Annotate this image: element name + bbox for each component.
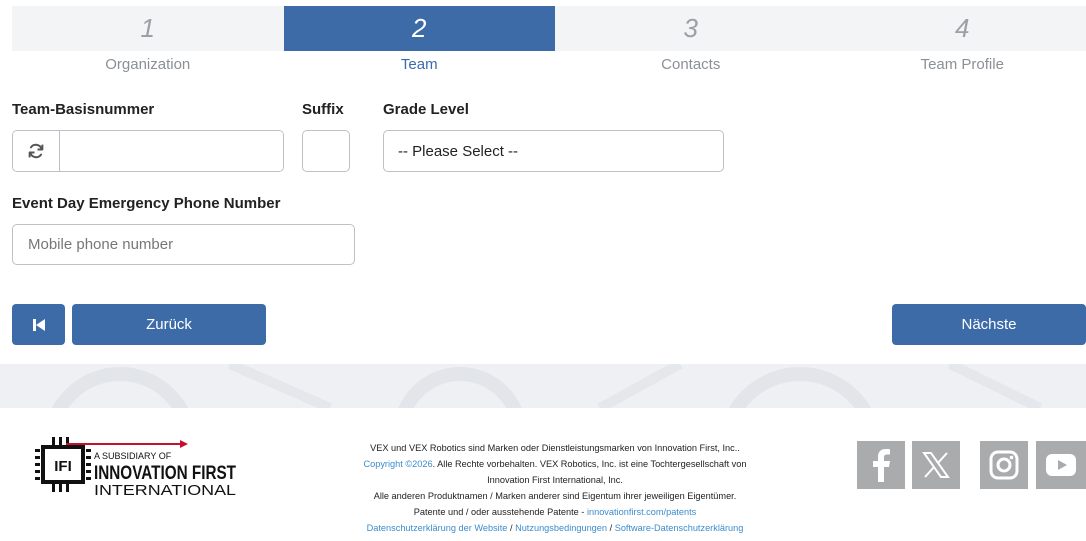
grade-level-select[interactable]: -- Please Select --	[383, 130, 724, 172]
step-organization[interactable]: 1 Organization	[12, 6, 284, 78]
mobile-phone-input[interactable]: Mobile phone number	[12, 224, 355, 265]
step-number: 3	[555, 6, 827, 51]
instagram-link[interactable]	[980, 441, 1028, 489]
step-team-profile[interactable]: 4 Team Profile	[826, 6, 1086, 78]
separator: /	[607, 523, 615, 533]
grade-level-selected: -- Please Select --	[398, 142, 519, 160]
logo-main-text: INNOVATION FIRST	[94, 463, 236, 484]
back-button[interactable]: Zurück	[72, 304, 266, 345]
team-base-label: Team-Basisnummer	[12, 101, 155, 118]
suffix-input[interactable]	[302, 130, 350, 172]
next-button[interactable]: Nächste	[892, 304, 1086, 345]
ifi-logo[interactable]: IFI A SUBSIDIARY OF INNOVATION FIRST INT…	[30, 437, 240, 499]
refresh-button[interactable]	[13, 131, 60, 171]
legal-line-4: Alle anderen Produktnamen / Marken ander…	[373, 491, 737, 501]
logo-mark-text: IFI	[54, 458, 72, 475]
step-contacts[interactable]: 3 Contacts	[555, 6, 827, 78]
team-base-number-input[interactable]	[60, 131, 283, 171]
x-icon	[922, 452, 950, 478]
legal-line-2: Copyright ©2026. Alle Rechte vorbehalten…	[300, 456, 810, 472]
legal-line-6: Datenschutzerklärung der Website / Nutzu…	[300, 520, 810, 536]
step-label: Organization	[105, 56, 191, 73]
suffix-label: Suffix	[302, 101, 344, 118]
refresh-icon	[28, 143, 44, 159]
step-number: 1	[12, 6, 284, 51]
step-team[interactable]: 2 Team	[283, 6, 555, 78]
facebook-icon	[873, 449, 890, 482]
logo-top-text: A SUBSIDIARY OF	[94, 451, 172, 461]
separator: /	[507, 523, 516, 533]
patents-link[interactable]: innovationfirst.com/patents	[587, 507, 696, 517]
youtube-icon	[1046, 454, 1076, 476]
gear-pattern-icon	[51, 364, 1043, 408]
grade-level-label: Grade Level	[383, 101, 469, 118]
x-link[interactable]	[912, 441, 960, 489]
footer-legal: VEX und VEX Robotics sind Marken oder Di…	[300, 440, 810, 536]
wizard-stepper: 1 Organization 2 Team 3 Contacts 4 Team …	[12, 6, 1086, 78]
software-privacy-link[interactable]: Software-Datenschutzerklärung	[615, 523, 744, 533]
first-step-button[interactable]	[12, 304, 65, 345]
terms-link[interactable]: Nutzungsbedingungen	[515, 523, 607, 533]
step-label: Team	[400, 56, 438, 73]
step-label: Team Profile	[920, 56, 1004, 73]
step-number: 4	[826, 6, 1086, 51]
logo-sub-text: INTERNATIONAL	[94, 482, 236, 497]
skip-back-icon	[32, 318, 45, 331]
footer-decor-band	[0, 364, 1086, 408]
phone-placeholder: Mobile phone number	[28, 236, 174, 253]
legal-line-5: Patente und / oder ausstehende Patente -…	[300, 504, 810, 520]
copyright-link[interactable]: Copyright ©2026	[363, 459, 432, 469]
youtube-link[interactable]	[1036, 441, 1086, 489]
step-number: 2	[283, 6, 555, 51]
legal-line-2-text: . Alle Rechte vorbehalten. VEX Robotics,…	[432, 459, 747, 469]
legal-line-3: Innovation First International, Inc.	[487, 475, 623, 485]
website-privacy-link[interactable]: Datenschutzerklärung der Website	[367, 523, 508, 533]
emergency-phone-label: Event Day Emergency Phone Number	[12, 195, 281, 212]
step-label: Contacts	[661, 56, 721, 73]
legal-line-1: VEX und VEX Robotics sind Marken oder Di…	[370, 443, 740, 453]
patents-text: Patente und / oder ausstehende Patente -	[413, 507, 587, 517]
instagram-icon	[989, 450, 1019, 480]
team-base-number-group	[12, 130, 284, 172]
facebook-link[interactable]	[857, 441, 905, 489]
